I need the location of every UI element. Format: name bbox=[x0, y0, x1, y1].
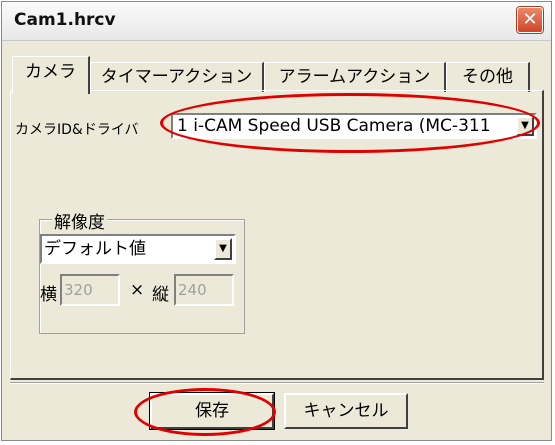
dialog-window: Cam1.hrcv ✕ カメラ タイマーアクション アラームアクション その他 … bbox=[1, 1, 552, 441]
width-field[interactable]: 320 bbox=[60, 274, 120, 306]
tab-other[interactable]: その他 bbox=[446, 62, 530, 92]
resolution-group: 解像度 デフォルト値 ▼ 横 320 × 縦 240 bbox=[39, 208, 245, 334]
resolution-select[interactable]: デフォルト値 ▼ bbox=[40, 234, 236, 264]
times-symbol: × bbox=[130, 280, 145, 300]
camera-driver-select[interactable]: 1 i-CAM Speed USB Camera (MC-311 ▼ bbox=[171, 113, 537, 139]
camera-dropdown-button[interactable]: ▼ bbox=[516, 116, 534, 136]
camera-driver-label: カメラID&ドライバ bbox=[15, 122, 139, 138]
height-label: 縦 bbox=[152, 285, 169, 305]
cancel-button[interactable]: キャンセル bbox=[284, 393, 408, 429]
save-button[interactable]: 保存 bbox=[150, 393, 274, 429]
camera-driver-value: 1 i-CAM Speed USB Camera (MC-311 bbox=[177, 116, 491, 136]
close-icon: ✕ bbox=[522, 9, 538, 30]
close-button[interactable]: ✕ bbox=[517, 7, 543, 33]
camera-tab-panel: カメラID&ドライバ 1 i-CAM Speed USB Camera (MC-… bbox=[10, 90, 544, 380]
chevron-down-icon: ▼ bbox=[521, 120, 529, 131]
resolution-group-title: 解像度 bbox=[52, 208, 107, 233]
resolution-dropdown-button[interactable]: ▼ bbox=[214, 238, 232, 260]
window-title: Cam1.hrcv bbox=[14, 10, 116, 30]
width-label: 横 bbox=[40, 285, 57, 305]
tab-timer-action[interactable]: タイマーアクション bbox=[90, 62, 264, 92]
height-field[interactable]: 240 bbox=[174, 274, 234, 306]
resolution-value: デフォルト値 bbox=[44, 239, 146, 259]
tab-alarm-action[interactable]: アラームアクション bbox=[264, 62, 446, 92]
chevron-down-icon: ▼ bbox=[219, 243, 227, 254]
tab-camera[interactable]: カメラ bbox=[12, 56, 90, 94]
footer-divider bbox=[10, 382, 544, 384]
title-bar[interactable]: Cam1.hrcv ✕ bbox=[2, 2, 551, 41]
